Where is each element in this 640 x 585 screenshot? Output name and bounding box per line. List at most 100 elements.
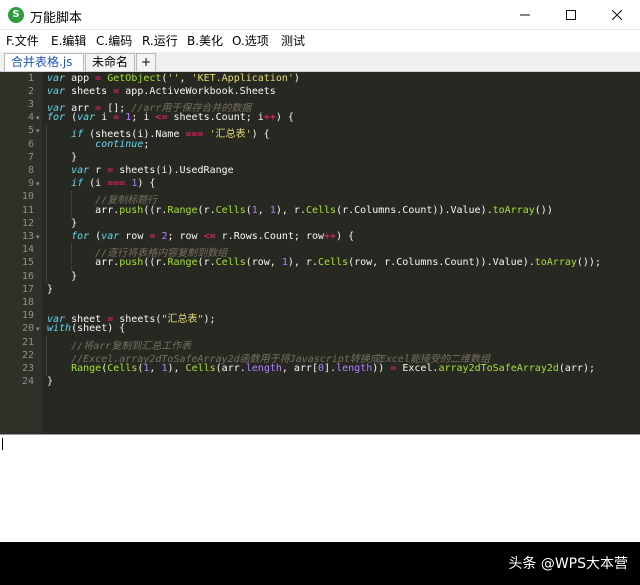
code-token: '' xyxy=(167,72,180,84)
code-line: var sheets = app.ActiveWorkbook.Sheets xyxy=(47,86,276,97)
code-token: '汇总表' xyxy=(209,129,252,141)
code-line: for (var row = 2; row <= r.Rows.Count; r… xyxy=(47,231,354,242)
fold-toggle-icon[interactable]: ▾ xyxy=(36,114,42,122)
code-token: ; i xyxy=(131,112,156,124)
code-line: Range(Cells(1, 1), Cells(arr.length, arr… xyxy=(47,363,595,374)
fold-toggle-icon[interactable]: ▾ xyxy=(36,127,42,135)
code-token: ), r. xyxy=(275,204,306,216)
code-token: Range xyxy=(167,257,198,269)
code-token: Cells xyxy=(215,257,246,269)
tab-untitled[interactable]: 未命名 xyxy=(85,53,135,71)
code-token: push xyxy=(119,257,144,269)
code-line: for (var i = 1; i <= sheets.Count; i++) … xyxy=(47,112,294,123)
code-token: with xyxy=(47,323,72,335)
code-line: arr.push((r.Range(r.Cells(1, 1), r.Cells… xyxy=(47,205,553,216)
code-token: ), r. xyxy=(287,257,318,269)
code-token: (row, xyxy=(245,257,282,269)
code-token: } xyxy=(47,376,54,388)
menu-beautify[interactable]: B.美化 xyxy=(187,32,223,49)
code-area[interactable]: ▾ ▾ ▾ ▾ ▾ var app = GetObject('', 'KET.Applic… xyxy=(0,72,640,434)
code-token: ]. xyxy=(324,362,337,374)
code-token: } xyxy=(47,217,78,229)
menu-file[interactable]: F.文件 xyxy=(6,32,39,49)
code-token: toArray xyxy=(534,257,577,269)
code-token: Excel. xyxy=(396,362,439,374)
code-token: r xyxy=(89,164,108,176)
code-token: var xyxy=(71,164,90,176)
code-token: <= xyxy=(203,230,216,242)
code-token: length xyxy=(336,362,373,374)
close-icon xyxy=(612,10,622,20)
maximize-button[interactable] xyxy=(548,0,594,30)
code-token: sheets xyxy=(65,85,114,97)
title-bar: S 万能脚本 xyxy=(0,0,640,30)
minimize-icon xyxy=(520,14,530,16)
code-token: ((r. xyxy=(143,204,168,216)
menu-options[interactable]: O.选项 xyxy=(232,32,269,49)
code-token: "汇总表" xyxy=(161,314,204,326)
minimize-button[interactable] xyxy=(502,0,548,30)
code-token: ()) xyxy=(534,204,553,216)
code-token: row xyxy=(119,230,150,242)
fold-toggle-icon[interactable]: ▾ xyxy=(36,233,42,241)
code-token: === xyxy=(185,129,204,141)
bottom-bar: 头条 @WPS大本营 xyxy=(0,542,640,585)
menu-test[interactable]: 测试 xyxy=(281,32,305,49)
code-token: === xyxy=(107,178,126,190)
code-token: ++ xyxy=(324,230,337,242)
code-token: (r.Columns.Count)).Value). xyxy=(336,204,493,216)
code-token: ) { xyxy=(137,178,156,190)
tab-bar: 合并表格.js 未命名 + xyxy=(0,52,640,72)
code-token: ( xyxy=(89,230,102,242)
code-token: } xyxy=(47,283,54,295)
code-token: ); xyxy=(203,314,216,326)
close-button[interactable] xyxy=(594,0,640,30)
code-token: <= xyxy=(155,112,168,124)
code-token: sheets(i).UsedRange xyxy=(113,164,234,176)
code-token: , xyxy=(149,362,162,374)
code-token: ; xyxy=(143,138,150,150)
code-token: Range xyxy=(71,362,102,374)
code-line: with(sheet) { xyxy=(47,323,125,334)
code-token: ( xyxy=(65,112,78,124)
code-token: Cells xyxy=(215,204,246,216)
code-token: )) xyxy=(372,362,391,374)
code-line: var app = GetObject('', 'KET.Application… xyxy=(47,73,300,84)
code-token: , xyxy=(179,72,192,84)
code-token: (arr. xyxy=(215,362,246,374)
code-line: if (i === 1) { xyxy=(47,178,155,189)
code-token: i xyxy=(95,112,114,124)
code-token: (r. xyxy=(197,204,216,216)
code-token: app xyxy=(65,72,96,84)
watermark-text: 头条 @WPS大本营 xyxy=(508,556,628,572)
code-token: (i xyxy=(83,178,108,190)
code-editor[interactable]: 1 2 3 4 5 6 7 8 9 10 11 12 13 14 15 16 17 18 19 20 21 22 23 24 … xyxy=(0,72,640,434)
code-line: } xyxy=(47,271,77,282)
code-token: var xyxy=(77,112,96,124)
menu-bar: F.文件 E.编辑 C.编码 R.运行 B.美化 O.选项 测试 xyxy=(0,30,640,50)
add-tab-button[interactable]: + xyxy=(136,53,156,71)
code-token: ; row xyxy=(167,230,204,242)
menu-edit[interactable]: E.编辑 xyxy=(51,32,86,49)
code-token: Cells xyxy=(305,204,337,216)
code-token: ()); xyxy=(576,257,601,269)
code-token: GetObject xyxy=(107,72,162,84)
output-panel[interactable] xyxy=(0,434,640,542)
code-token: } xyxy=(47,151,78,163)
code-token: var xyxy=(47,72,66,84)
code-token: Cells xyxy=(185,362,216,374)
code-line: } xyxy=(47,284,53,295)
fold-toggle-icon[interactable]: ▾ xyxy=(36,180,42,188)
code-line: } xyxy=(47,152,77,163)
menu-encoding[interactable]: C.编码 xyxy=(96,32,132,49)
code-token: var xyxy=(101,230,120,242)
fold-toggle-icon[interactable]: ▾ xyxy=(36,325,42,333)
code-token: (arr); xyxy=(558,362,596,374)
menu-run[interactable]: R.运行 xyxy=(142,32,178,49)
code-token: Cells xyxy=(317,257,349,269)
code-token: ) { xyxy=(336,230,355,242)
tab-merge-tables-js[interactable]: 合并表格.js xyxy=(4,53,84,71)
code-line: var r = sheets(i).UsedRange xyxy=(47,165,234,176)
